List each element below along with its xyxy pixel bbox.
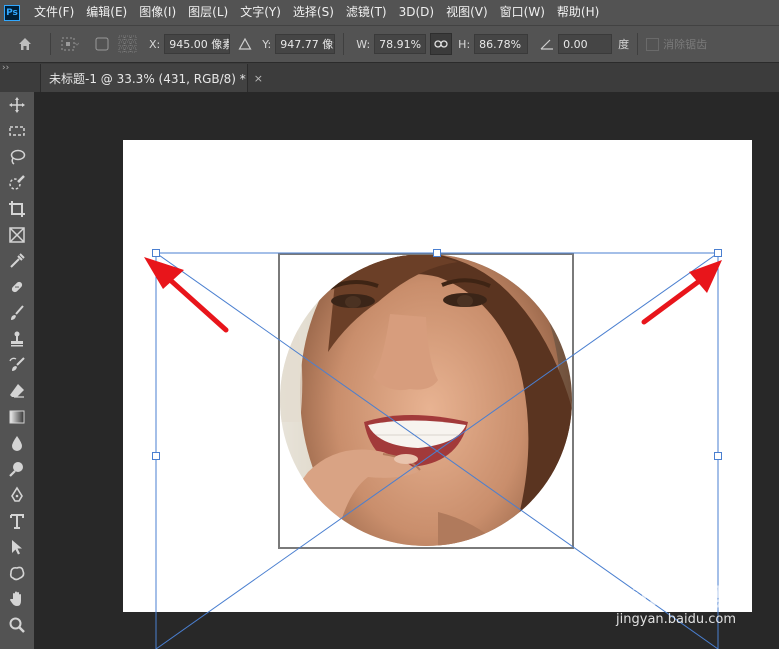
- eraser-tool-icon[interactable]: [0, 378, 34, 404]
- height-field[interactable]: 86.78%: [474, 34, 529, 54]
- path-selection-tool-icon[interactable]: [0, 534, 34, 560]
- dodge-tool-icon[interactable]: [0, 456, 34, 482]
- pen-tool-icon[interactable]: [0, 482, 34, 508]
- antialias-checkbox[interactable]: [646, 37, 660, 51]
- gradient-tool-icon[interactable]: [0, 404, 34, 430]
- close-tab-icon[interactable]: ×: [254, 72, 263, 85]
- quick-select-tool-icon[interactable]: [0, 170, 34, 196]
- annotation-arrow-right: [641, 260, 722, 325]
- brush-tool-icon[interactable]: [0, 300, 34, 326]
- menu-bar: Ps 文件(F) 编辑(E) 图像(I) 图层(L) 文字(Y) 选择(S) 滤…: [0, 0, 779, 25]
- healing-brush-tool-icon[interactable]: [0, 274, 34, 300]
- options-bar: X: 945.00 像素 Y: 947.77 像素 W: 78.91% H: 8…: [0, 25, 779, 63]
- frame-tool-icon[interactable]: [0, 222, 34, 248]
- width-label: W:: [356, 37, 371, 51]
- menu-window[interactable]: 窗口(W): [494, 0, 551, 25]
- relative-position-icon[interactable]: [234, 33, 256, 55]
- menu-layer[interactable]: 图层(L): [182, 0, 234, 25]
- baidu-logo: Baidu 经验: [594, 583, 736, 611]
- document-tab-title: 未标题-1 @ 33.3% (431, RGB/8) *: [49, 71, 246, 86]
- separator: [50, 33, 51, 55]
- separator: [637, 33, 639, 55]
- lasso-tool-icon[interactable]: [0, 144, 34, 170]
- canvas-overlay: [144, 249, 722, 649]
- menu-edit[interactable]: 编辑(E): [80, 0, 133, 25]
- menu-help[interactable]: 帮助(H): [551, 0, 605, 25]
- y-position-field[interactable]: 947.77 像素: [275, 34, 336, 54]
- angle-unit-label: 度: [618, 38, 630, 51]
- collapse-toolbar-icon[interactable]: ››: [2, 63, 36, 73]
- y-label: Y:: [262, 37, 272, 51]
- menu-view[interactable]: 视图(V): [440, 0, 494, 25]
- watermark: Baidu 经验 jingyan.baidu.com: [595, 577, 736, 627]
- move-tool-icon[interactable]: [0, 92, 34, 118]
- width-field[interactable]: 78.91%: [374, 34, 427, 54]
- marquee-tool-icon[interactable]: [0, 118, 34, 144]
- document-workspace[interactable]: Baidu 经验 jingyan.baidu.com: [38, 92, 779, 649]
- eyedropper-tool-icon[interactable]: [0, 248, 34, 274]
- clone-stamp-tool-icon[interactable]: [0, 326, 34, 352]
- separator: [343, 33, 345, 55]
- antialias-label: 消除锯齿: [663, 38, 708, 51]
- menu-image[interactable]: 图像(I): [133, 0, 182, 25]
- link-icon[interactable]: [430, 33, 453, 55]
- menu-select[interactable]: 选择(S): [287, 0, 340, 25]
- home-icon[interactable]: [14, 33, 36, 55]
- watermark-url: jingyan.baidu.com: [616, 612, 736, 627]
- x-label: X:: [149, 37, 161, 51]
- x-position-field[interactable]: 945.00 像素: [164, 34, 231, 54]
- angle-icon: [536, 33, 558, 55]
- toggle-reference-point-icon[interactable]: [91, 33, 113, 55]
- document-tab[interactable]: 未标题-1 @ 33.3% (431, RGB/8) * ×: [40, 64, 263, 92]
- menu-type[interactable]: 文字(Y): [234, 0, 287, 25]
- angle-field[interactable]: 0.00: [558, 34, 613, 54]
- reference-point-icon[interactable]: [59, 33, 81, 55]
- crop-tool-icon[interactable]: [0, 196, 34, 222]
- reference-grid-icon[interactable]: [117, 33, 139, 55]
- custom-shape-tool-icon[interactable]: [0, 560, 34, 586]
- portrait-photo: [280, 254, 572, 546]
- document-tab-bar: ›› 未标题-1 @ 33.3% (431, RGB/8) * ×: [0, 63, 779, 92]
- height-label: H:: [458, 37, 471, 51]
- zoom-tool-icon[interactable]: [0, 612, 34, 638]
- type-tool-icon[interactable]: [0, 508, 34, 534]
- menu-3d[interactable]: 3D(D): [393, 0, 440, 25]
- history-brush-tool-icon[interactable]: [0, 352, 34, 378]
- hand-tool-icon[interactable]: [0, 586, 34, 612]
- menu-file[interactable]: 文件(F): [28, 0, 80, 25]
- photoshop-logo[interactable]: Ps: [4, 4, 20, 21]
- blur-tool-icon[interactable]: [0, 430, 34, 456]
- menu-filter[interactable]: 滤镜(T): [340, 0, 393, 25]
- tools-panel: [0, 92, 34, 649]
